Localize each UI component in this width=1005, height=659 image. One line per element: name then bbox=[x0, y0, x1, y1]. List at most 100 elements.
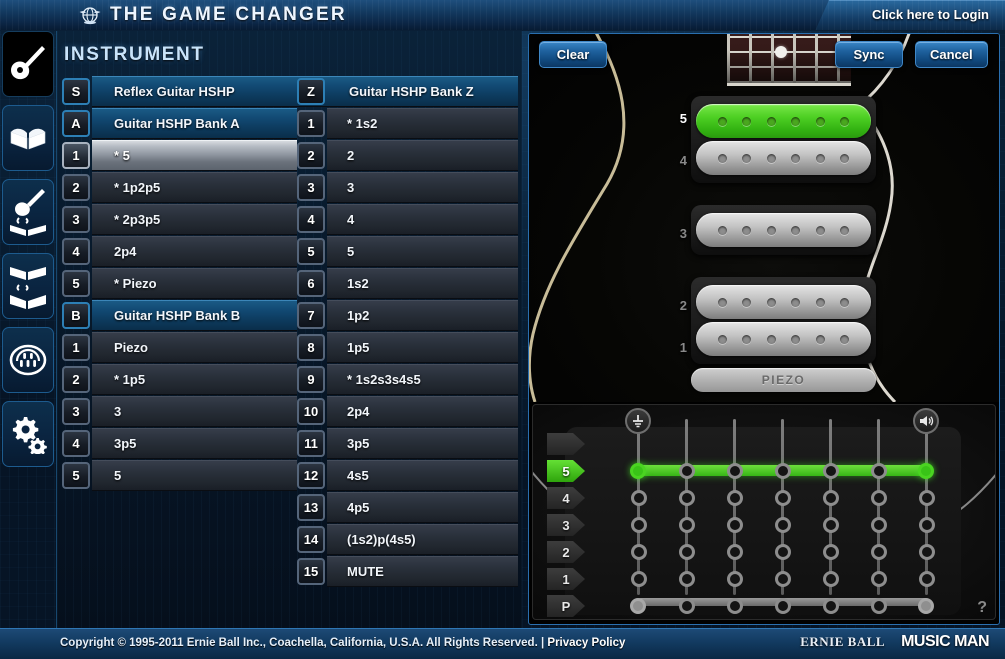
sidebar-item-library-to-library[interactable] bbox=[2, 253, 54, 319]
matrix-node[interactable] bbox=[630, 517, 647, 533]
matrix-column-1[interactable] bbox=[637, 419, 640, 595]
row-label[interactable]: 1p2 bbox=[327, 300, 518, 331]
speaker-icon[interactable] bbox=[913, 408, 939, 434]
matrix-node[interactable] bbox=[726, 517, 743, 533]
preset-row[interactable]: 13 4p5 bbox=[297, 492, 518, 524]
row-label[interactable]: * 1p5 bbox=[92, 364, 297, 395]
row-label[interactable]: 2p4 bbox=[92, 236, 297, 267]
pickup-3[interactable] bbox=[696, 213, 871, 247]
matrix-node[interactable] bbox=[726, 490, 743, 506]
matrix-column-4[interactable] bbox=[781, 419, 784, 595]
matrix-node[interactable] bbox=[918, 544, 935, 560]
row-label[interactable]: Guitar HSHP Bank Z bbox=[327, 76, 518, 107]
row-label[interactable]: Guitar HSHP Bank A bbox=[92, 108, 297, 139]
matrix-node[interactable] bbox=[918, 517, 935, 533]
matrix-node[interactable] bbox=[822, 463, 839, 479]
matrix-node[interactable] bbox=[678, 544, 695, 560]
preset-row[interactable]: 12 4s5 bbox=[297, 460, 518, 492]
matrix-node[interactable] bbox=[822, 544, 839, 560]
preset-row[interactable]: 55 bbox=[297, 236, 518, 268]
matrix-node[interactable] bbox=[630, 571, 647, 587]
matrix-node[interactable] bbox=[870, 544, 887, 560]
matrix-node[interactable] bbox=[822, 571, 839, 587]
preset-row[interactable]: 8 1p5 bbox=[297, 332, 518, 364]
pickup-5[interactable] bbox=[696, 104, 871, 138]
row-label[interactable]: * 1s2s3s4s5 bbox=[327, 364, 518, 395]
pickup-piezo[interactable]: PIEZO bbox=[691, 368, 876, 392]
row-label[interactable]: 5 bbox=[92, 460, 297, 491]
matrix-node[interactable] bbox=[678, 517, 695, 533]
matrix-node[interactable] bbox=[822, 517, 839, 533]
row-label[interactable]: 3p5 bbox=[327, 428, 518, 459]
matrix-column-5[interactable] bbox=[829, 419, 832, 595]
matrix-node[interactable] bbox=[774, 490, 791, 506]
row-label[interactable]: 5 bbox=[327, 236, 518, 267]
pickup-4[interactable] bbox=[696, 141, 871, 175]
matrix-node[interactable] bbox=[678, 463, 695, 479]
sidebar-item-midi[interactable] bbox=[2, 327, 54, 393]
preset-row[interactable]: 9 * 1s2s3s4s5 bbox=[297, 364, 518, 396]
matrix-column-7[interactable] bbox=[925, 419, 928, 595]
matrix-node[interactable] bbox=[870, 517, 887, 533]
row-label[interactable]: 3 bbox=[92, 396, 297, 427]
row-label[interactable]: 4p5 bbox=[327, 492, 518, 523]
matrix-node[interactable] bbox=[630, 490, 647, 506]
matrix-column-3[interactable] bbox=[733, 419, 736, 595]
privacy-policy-link[interactable]: Privacy Policy bbox=[547, 637, 625, 649]
sidebar-item-settings[interactable] bbox=[2, 401, 54, 467]
ground-icon[interactable] bbox=[625, 408, 651, 434]
matrix-node[interactable] bbox=[774, 463, 791, 479]
row-label[interactable]: * Piezo bbox=[92, 268, 297, 299]
login-link[interactable]: Click here to Login bbox=[872, 7, 989, 22]
matrix-node[interactable] bbox=[630, 544, 647, 560]
preset-row[interactable]: 7 1p2 bbox=[297, 300, 518, 332]
row-label[interactable]: 2 bbox=[327, 140, 518, 171]
clear-button[interactable]: Clear bbox=[539, 41, 607, 68]
matrix-node[interactable] bbox=[870, 463, 887, 479]
matrix-node[interactable] bbox=[870, 571, 887, 587]
preset-row[interactable]: 6 1s2 bbox=[297, 268, 518, 300]
preset-row[interactable]: 10 2p4 bbox=[297, 396, 518, 428]
pickup-1[interactable] bbox=[696, 322, 871, 356]
row-label[interactable]: 3p5 bbox=[92, 428, 297, 459]
row-label[interactable]: 4 bbox=[327, 204, 518, 235]
preset-row[interactable]: 14 (1s2)p(4s5) bbox=[297, 524, 518, 556]
row-label[interactable]: 1s2 bbox=[327, 268, 518, 299]
preset-row[interactable]: 15 MUTE bbox=[297, 556, 518, 588]
matrix-node[interactable] bbox=[918, 490, 935, 506]
sidebar-item-guitar-to-library[interactable] bbox=[2, 179, 54, 245]
row-label[interactable]: (1s2)p(4s5) bbox=[327, 524, 518, 555]
matrix-column-6[interactable] bbox=[877, 419, 880, 595]
row-label[interactable]: 1p5 bbox=[327, 332, 518, 363]
matrix-node[interactable] bbox=[822, 598, 839, 614]
matrix-node[interactable] bbox=[678, 571, 695, 587]
row-label[interactable]: MUTE bbox=[327, 556, 518, 587]
matrix-node[interactable] bbox=[917, 598, 934, 614]
preset-row[interactable]: 1 * 1s2 bbox=[297, 108, 518, 140]
matrix-node[interactable] bbox=[726, 463, 743, 479]
row-label[interactable]: * 5 bbox=[92, 140, 297, 171]
pickup-2[interactable] bbox=[696, 285, 871, 319]
row-label[interactable]: * 1p2p5 bbox=[92, 172, 297, 203]
preset-row[interactable]: 33 bbox=[297, 172, 518, 204]
preset-row[interactable]: 11 3p5 bbox=[297, 428, 518, 460]
bank-header-row[interactable]: Z Guitar HSHP Bank Z bbox=[297, 76, 518, 108]
cancel-button[interactable]: Cancel bbox=[915, 41, 988, 68]
row-label[interactable]: Guitar HSHP Bank B bbox=[92, 300, 297, 331]
row-label[interactable]: Piezo bbox=[92, 332, 297, 363]
matrix-node[interactable] bbox=[774, 517, 791, 533]
matrix-node[interactable] bbox=[918, 571, 935, 587]
row-label[interactable]: * 1s2 bbox=[327, 108, 518, 139]
matrix-node[interactable] bbox=[678, 490, 695, 506]
matrix-node[interactable] bbox=[629, 598, 646, 614]
row-label[interactable]: 2p4 bbox=[327, 396, 518, 427]
row-label[interactable]: * 2p3p5 bbox=[92, 204, 297, 235]
preset-row[interactable]: 44 bbox=[297, 204, 518, 236]
matrix-node[interactable] bbox=[870, 490, 887, 506]
row-label[interactable]: 3 bbox=[327, 172, 518, 203]
matrix-node[interactable] bbox=[726, 571, 743, 587]
matrix-node[interactable] bbox=[774, 544, 791, 560]
matrix-node[interactable] bbox=[629, 463, 646, 479]
sidebar-item-library[interactable] bbox=[2, 105, 54, 171]
matrix-node[interactable] bbox=[678, 598, 695, 614]
